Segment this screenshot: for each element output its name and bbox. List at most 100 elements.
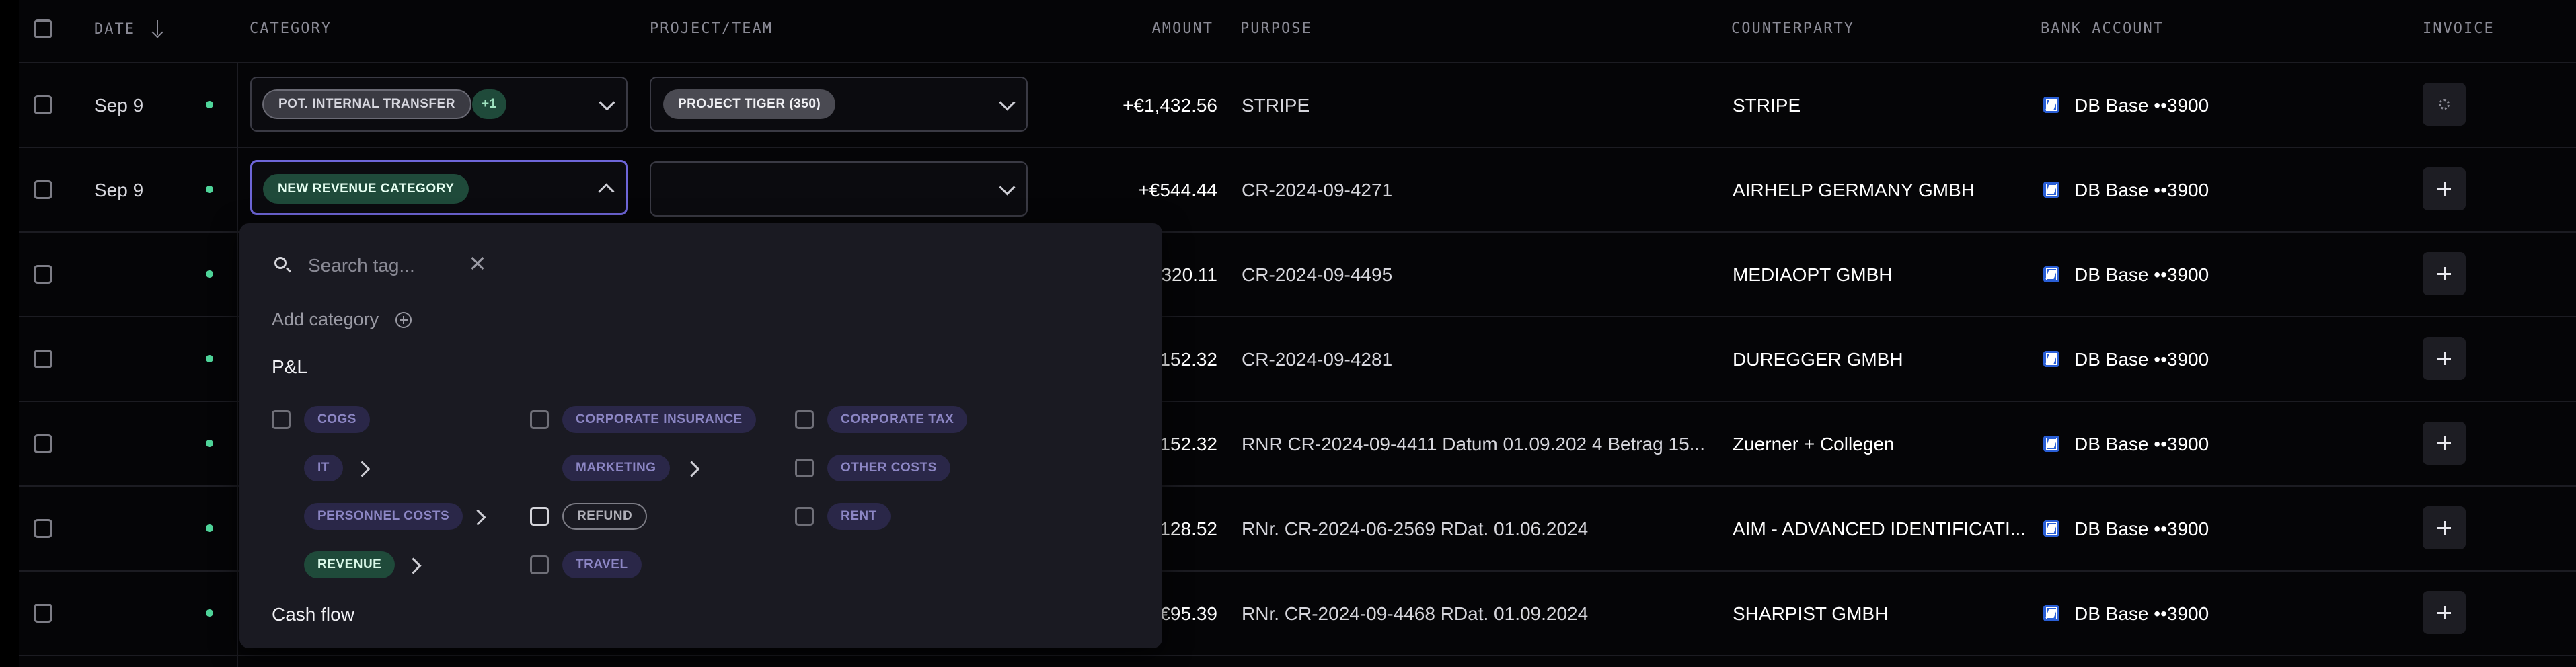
chevron-right-icon[interactable] xyxy=(683,461,700,477)
plus-icon-stroke xyxy=(2444,436,2446,450)
chevron-down-icon xyxy=(599,94,615,111)
add-invoice-button[interactable] xyxy=(2423,591,2466,634)
bank-account-column-header[interactable]: BANK ACCOUNT xyxy=(2041,20,2164,37)
chevron-right-icon[interactable] xyxy=(405,557,422,574)
purpose-cell: CR-2024-09-4495 xyxy=(1242,264,1393,285)
divider xyxy=(19,655,2576,656)
bank-account-cell: DB Base ••3900 xyxy=(2074,518,2209,539)
chevron-up-icon xyxy=(598,183,615,200)
tag-cogs[interactable]: COGS xyxy=(304,406,370,433)
row-checkbox[interactable] xyxy=(34,434,52,453)
close-icon[interactable] xyxy=(468,254,487,273)
chevron-right-icon[interactable] xyxy=(469,509,486,526)
row-checkbox[interactable] xyxy=(34,95,52,114)
add-invoice-button[interactable] xyxy=(2423,252,2466,295)
bank-logo-icon xyxy=(2043,97,2059,113)
plus-circle-icon[interactable] xyxy=(395,312,412,328)
tag-travel[interactable]: TRAVEL xyxy=(562,551,642,578)
spinner-icon xyxy=(2439,99,2450,110)
chevron-right-icon[interactable] xyxy=(354,461,371,477)
bank-account-cell: DB Base ••3900 xyxy=(2074,95,2209,116)
add-category-button[interactable]: Add category xyxy=(272,309,379,330)
counterparty-cell: AIRHELP GERMANY GMBH xyxy=(1733,180,1975,200)
bank-logo-icon xyxy=(2043,351,2059,367)
tag-revenue[interactable]: REVENUE xyxy=(304,551,395,578)
category-column-header[interactable]: CATEGORY xyxy=(250,20,332,37)
status-dot xyxy=(206,270,213,278)
bank-account-cell: DB Base ••3900 xyxy=(2074,349,2209,370)
counterparty-cell: DUREGGER GMBH xyxy=(1733,349,1903,370)
add-invoice-button[interactable] xyxy=(2423,337,2466,380)
date-header-label: DATE xyxy=(94,21,135,38)
counterparty-column-header[interactable]: COUNTERPARTY xyxy=(1731,20,1854,37)
tag-checkbox-other-costs[interactable] xyxy=(795,459,814,477)
counterparty-cell: AIM - ADVANCED IDENTIFICATI... xyxy=(1733,518,2026,539)
tag-rent[interactable]: RENT xyxy=(827,503,891,530)
counterparty-cell: MEDIAOPT GMBH xyxy=(1733,264,1893,285)
add-invoice-button[interactable] xyxy=(2423,506,2466,549)
tag-checkbox-rent[interactable] xyxy=(795,507,814,526)
counterparty-cell: STRIPE xyxy=(1733,95,1801,116)
divider xyxy=(19,62,2576,63)
tag-checkbox-travel[interactable] xyxy=(530,555,549,574)
status-dot xyxy=(206,524,213,532)
plus-icon-stroke xyxy=(2444,182,2446,196)
invoice-loading-button[interactable] xyxy=(2423,83,2466,126)
purpose-cell: CR-2024-09-4281 xyxy=(1242,349,1393,370)
select-all-checkbox[interactable] xyxy=(34,19,52,38)
tag-checkbox-refund[interactable] xyxy=(530,507,549,526)
status-dot xyxy=(206,186,213,193)
category-dropdown: Add category P&L COGS IT PERSONNEL COSTS… xyxy=(239,223,1162,648)
row-checkbox[interactable] xyxy=(34,180,52,199)
amount-column-header[interactable]: AMOUNT xyxy=(1076,20,1213,37)
divider xyxy=(19,147,2576,148)
category-select[interactable]: NEW REVENUE CATEGORY xyxy=(250,160,628,215)
purpose-cell: RNr. CR-2024-06-2569 RDat. 01.06.2024 xyxy=(1242,518,1589,539)
project-select[interactable]: PROJECT TIGER (350) xyxy=(650,77,1028,132)
purpose-column-header[interactable]: PURPOSE xyxy=(1240,20,1312,37)
row-checkbox[interactable] xyxy=(34,604,52,623)
chevron-down-icon xyxy=(999,94,1016,111)
bank-logo-icon xyxy=(2043,605,2059,621)
project-select[interactable] xyxy=(650,161,1028,217)
row-checkbox[interactable] xyxy=(34,350,52,368)
tag-checkbox-cogs[interactable] xyxy=(272,410,291,429)
tag-checkbox-corporate-insurance[interactable] xyxy=(530,410,549,429)
row-checkbox[interactable] xyxy=(34,519,52,538)
tag-corporate-tax[interactable]: CORPORATE TAX xyxy=(827,406,968,433)
invoice-column-header[interactable]: INVOICE xyxy=(2423,20,2495,37)
amount-cell: +€544.44 xyxy=(1138,180,1217,200)
tag-other-costs[interactable]: OTHER COSTS xyxy=(827,455,950,481)
status-dot xyxy=(206,440,213,447)
tag-corporate-insurance[interactable]: CORPORATE INSURANCE xyxy=(562,406,756,433)
counterparty-cell: Zuerner + Collegen xyxy=(1733,434,1895,455)
plus-icon-stroke xyxy=(2444,352,2446,365)
row-checkbox[interactable] xyxy=(34,265,52,284)
date-cell: Sep 9 xyxy=(94,95,144,116)
amount-cell: +€1,432.56 xyxy=(1123,95,1217,116)
date-column-header[interactable]: DATE xyxy=(94,20,163,38)
tag-it[interactable]: IT xyxy=(304,455,343,481)
search-icon xyxy=(274,257,287,269)
tag-marketing[interactable]: MARKETING xyxy=(562,455,670,481)
purpose-cell: RNR CR-2024-09-4411 Datum 01.09.202 4 Be… xyxy=(1242,434,1705,455)
category-select[interactable]: POT. INTERNAL TRANSFER +1 xyxy=(250,77,628,132)
project-column-header[interactable]: PROJECT/TEAM xyxy=(650,20,773,37)
add-invoice-button[interactable] xyxy=(2423,167,2466,210)
bank-logo-icon xyxy=(2043,266,2059,282)
add-invoice-button[interactable] xyxy=(2423,422,2466,465)
bank-logo-icon xyxy=(2043,520,2059,537)
bank-account-cell: DB Base ••3900 xyxy=(2074,180,2209,200)
status-dot xyxy=(206,101,213,108)
divider xyxy=(237,62,238,667)
tag-search-input[interactable] xyxy=(307,251,457,280)
tag-refund[interactable]: REFUND xyxy=(562,503,648,530)
chevron-down-icon xyxy=(999,179,1016,196)
plus-icon-stroke xyxy=(2444,267,2446,280)
purpose-cell: STRIPE xyxy=(1242,95,1310,116)
arrow-down-icon xyxy=(151,20,163,38)
status-dot xyxy=(206,355,213,362)
tag-personnel-costs[interactable]: PERSONNEL COSTS xyxy=(304,503,463,530)
purpose-cell: CR-2024-09-4271 xyxy=(1242,180,1393,200)
tag-checkbox-corporate-tax[interactable] xyxy=(795,410,814,429)
